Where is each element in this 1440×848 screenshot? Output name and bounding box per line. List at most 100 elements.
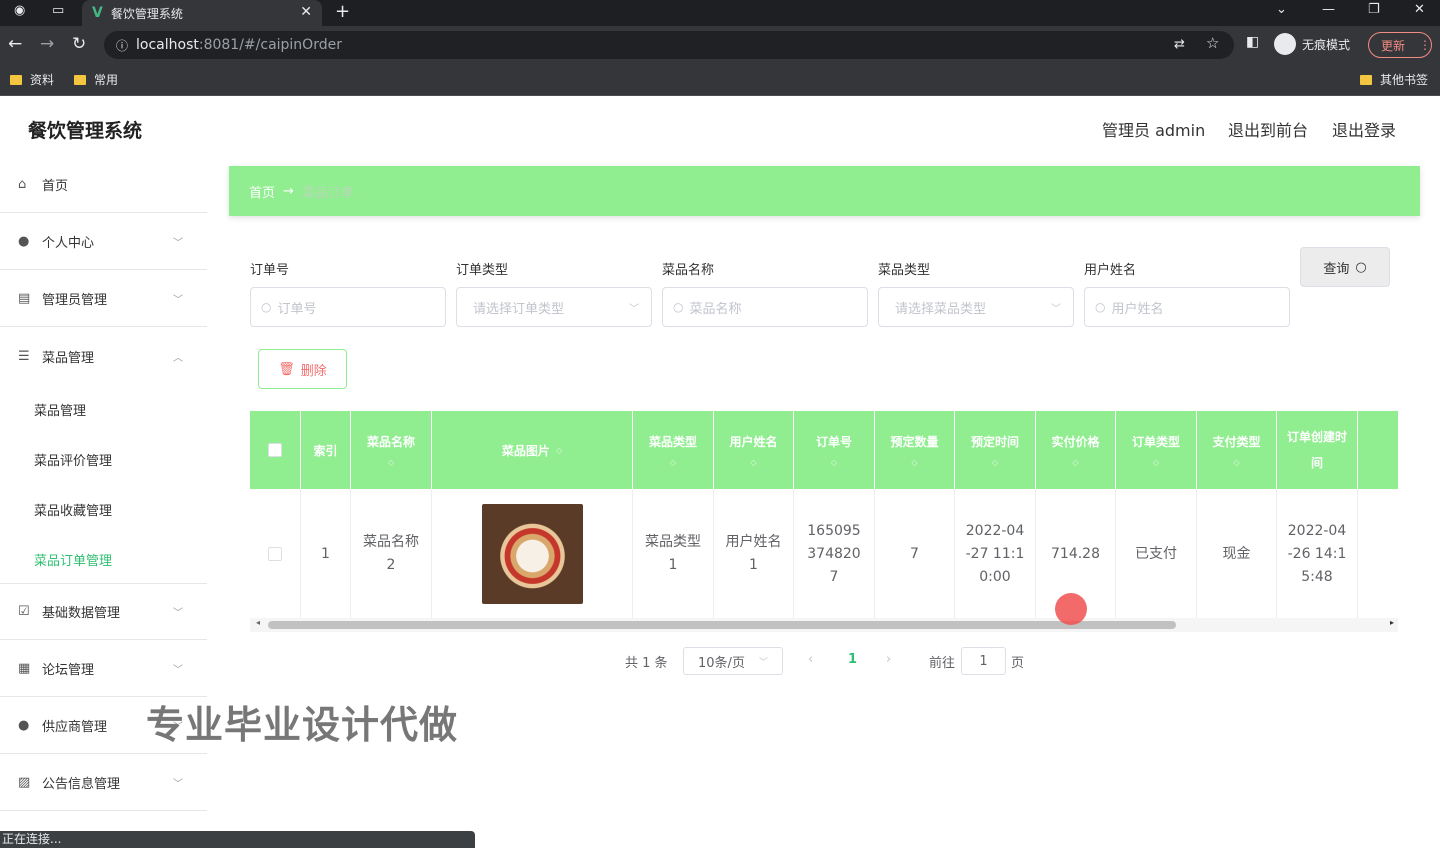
arrow-right-icon: →	[283, 183, 294, 199]
close-tab-icon[interactable]: ✕	[300, 4, 312, 20]
sidebar-item-dishes[interactable]: ☰ 菜品管理 ︿	[0, 328, 207, 384]
sort-icon[interactable]: ◇	[831, 458, 837, 467]
next-page-icon[interactable]: ›	[886, 652, 891, 667]
select-all-cell[interactable]	[250, 411, 301, 489]
goto-input[interactable]: 1	[961, 647, 1006, 675]
order-no-input[interactable]: ○ 订单号	[250, 287, 446, 327]
translate-icon[interactable]: ⇄	[1174, 37, 1185, 52]
browser-tab[interactable]: V 餐饮管理系统 ✕	[82, 0, 322, 26]
prev-page-icon[interactable]: ‹	[808, 652, 813, 667]
sidepanel-icon[interactable]: ◧	[1246, 34, 1259, 50]
table-scrollbar[interactable]: ◂ ▸	[250, 618, 1398, 632]
goto-label: 前往	[929, 656, 956, 671]
menu-dots-icon: ⋮	[1419, 38, 1431, 52]
incognito-badge[interactable]: 无痕模式	[1274, 33, 1350, 55]
sort-icon[interactable]: ◇	[1233, 458, 1239, 467]
sidebar-item-notices[interactable]: ▨ 公告信息管理 ﹀	[0, 755, 207, 811]
sort-icon[interactable]: ◇	[388, 458, 394, 467]
column-header[interactable]: 菜品类型 ◇	[633, 411, 714, 489]
breadcrumb-home[interactable]: 首页	[249, 182, 275, 201]
page-size-select[interactable]: 10条/页 ﹀	[683, 647, 783, 675]
address-bar: ← → ↻ ⓘ localhost :8081/#/caipinOrder ⇄ …	[0, 26, 1440, 64]
sort-icon[interactable]: ◇	[992, 458, 998, 467]
close-window-icon[interactable]: ✕	[1414, 2, 1425, 17]
dish-name-input[interactable]: ○ 菜品名称	[662, 287, 868, 327]
restore-icon[interactable]: ❐	[1368, 2, 1380, 17]
cell-time: 2022-04-27 11:10:00	[955, 489, 1036, 619]
user-icon: ●	[18, 718, 30, 733]
sidebar-item-profile[interactable]: ● 个人中心 ﹀	[0, 214, 207, 270]
sort-icon[interactable]: ◇	[1072, 458, 1078, 467]
cell-pay-type: 现金	[1197, 489, 1277, 619]
watermark: 专业毕业设计代做	[146, 703, 459, 747]
row-checkbox[interactable]	[268, 547, 282, 561]
info-icon[interactable]: ⓘ	[116, 37, 128, 54]
sort-icon[interactable]: ◇	[911, 458, 917, 467]
url-field[interactable]: ⓘ localhost :8081/#/caipinOrder	[104, 31, 1234, 59]
orders-table: 索引 菜品名称 ◇ 菜品图片 ◇ 菜品类型 ◇ 用户姓名 ◇ 订单号 ◇ 预定数量 ◇ 预定…	[250, 411, 1398, 631]
app-title: 餐饮管理系统	[28, 120, 143, 142]
chevron-up-icon: ︿	[173, 352, 183, 364]
column-header[interactable]: 支付类型 ◇	[1197, 411, 1277, 489]
tab-search-icon[interactable]: ▭	[52, 3, 64, 18]
star-icon[interactable]: ☆	[1206, 34, 1219, 52]
dish-type-select[interactable]: 请选择菜品类型 ﹀	[878, 287, 1074, 327]
page-unit: 页	[1011, 656, 1025, 671]
sort-icon[interactable]: ◇	[1153, 458, 1159, 467]
order-type-select[interactable]: 请选择订单类型 ﹀	[456, 287, 652, 327]
settings-icon: ☰	[18, 348, 30, 364]
column-header[interactable]: 预定数量 ◇	[875, 411, 955, 489]
new-tab-icon[interactable]: +	[335, 1, 350, 22]
back-icon[interactable]: ←	[8, 34, 22, 54]
sidebar-subitem-dish-favorite[interactable]: 菜品收藏管理	[34, 500, 112, 519]
sidebar-item-home[interactable]: ⌂ 首页	[0, 157, 207, 213]
column-header[interactable]: 菜品图片 ◇	[432, 411, 633, 489]
sort-icon[interactable]: ◇	[750, 458, 756, 467]
to-front-link[interactable]: 退出到前台	[1228, 117, 1308, 141]
cell-qty: 7	[875, 489, 955, 619]
column-header[interactable]: 实付价格 ◇	[1036, 411, 1116, 489]
tab-title: 餐饮管理系统	[110, 6, 183, 21]
update-button[interactable]: 更新 ⋮	[1368, 32, 1432, 58]
scroll-right-icon[interactable]: ▸	[1390, 618, 1394, 627]
tab-list-icon[interactable]: ⌄	[1276, 2, 1287, 17]
column-header[interactable]: 预定时间 ◇	[955, 411, 1036, 489]
cell-order-type: 已支付	[1116, 489, 1197, 619]
sidebar-item-admins[interactable]: ▤ 管理员管理 ﹀	[0, 271, 207, 327]
other-bookmarks[interactable]: 其他书签	[1360, 71, 1428, 88]
table-row[interactable]: 1 菜品名称2 菜品类型1 用户姓名1 1650953748207 7 2022…	[250, 489, 1398, 619]
column-header[interactable]: 菜品名称 ◇	[351, 411, 432, 489]
column-header[interactable]: 用户姓名 ◇	[714, 411, 794, 489]
row-checkbox-cell[interactable]	[250, 489, 301, 619]
dish-image	[481, 504, 583, 604]
order-no-label: 订单号	[250, 263, 290, 278]
column-header[interactable]: 订单创建时间	[1277, 411, 1358, 489]
scrollbar-thumb[interactable]	[268, 621, 1176, 629]
sidebar-item-forum[interactable]: ▦ 论坛管理 ﹀	[0, 641, 207, 697]
chevron-down-icon: ﹀	[173, 779, 183, 790]
bookmark-folder[interactable]: 资料	[10, 71, 54, 88]
user-name-input[interactable]: ○ 用户姓名	[1084, 287, 1290, 327]
chevron-down-icon: ﹀	[173, 238, 183, 249]
browser-icon[interactable]: ◉	[14, 3, 25, 18]
query-button[interactable]: 查询 ○	[1300, 247, 1390, 287]
user-name-label: 用户姓名	[1084, 263, 1137, 278]
sidebar-subitem-dish-orders[interactable]: 菜品订单管理	[34, 550, 112, 569]
sidebar-item-basic-data[interactable]: ☑ 基础数据管理 ﹀	[0, 584, 207, 640]
sidebar-subitem-dish-review[interactable]: 菜品评价管理	[34, 450, 112, 469]
delete-button[interactable]: 🗑 删除	[258, 349, 347, 389]
scroll-left-icon[interactable]: ◂	[256, 618, 260, 627]
bookmark-folder[interactable]: 常用	[74, 71, 118, 88]
sidebar-subitem-dish-manage[interactable]: 菜品管理	[34, 400, 86, 419]
forward-icon[interactable]: →	[40, 34, 54, 54]
column-header[interactable]: 订单号 ◇	[794, 411, 875, 489]
reload-icon[interactable]: ↻	[72, 34, 86, 54]
logout-link[interactable]: 退出登录	[1332, 117, 1396, 141]
page-number[interactable]: 1	[848, 652, 857, 667]
sort-icon[interactable]: ◇	[556, 446, 562, 455]
sort-icon[interactable]: ◇	[670, 458, 676, 467]
column-header[interactable]: 订单类型 ◇	[1116, 411, 1197, 489]
select-all-checkbox[interactable]	[268, 443, 282, 457]
minimize-icon[interactable]: —	[1322, 2, 1335, 17]
browser-tab-bar: ◉ ▭ V 餐饮管理系统 ✕ + ⌄ — ❐ ✕	[0, 0, 1440, 26]
